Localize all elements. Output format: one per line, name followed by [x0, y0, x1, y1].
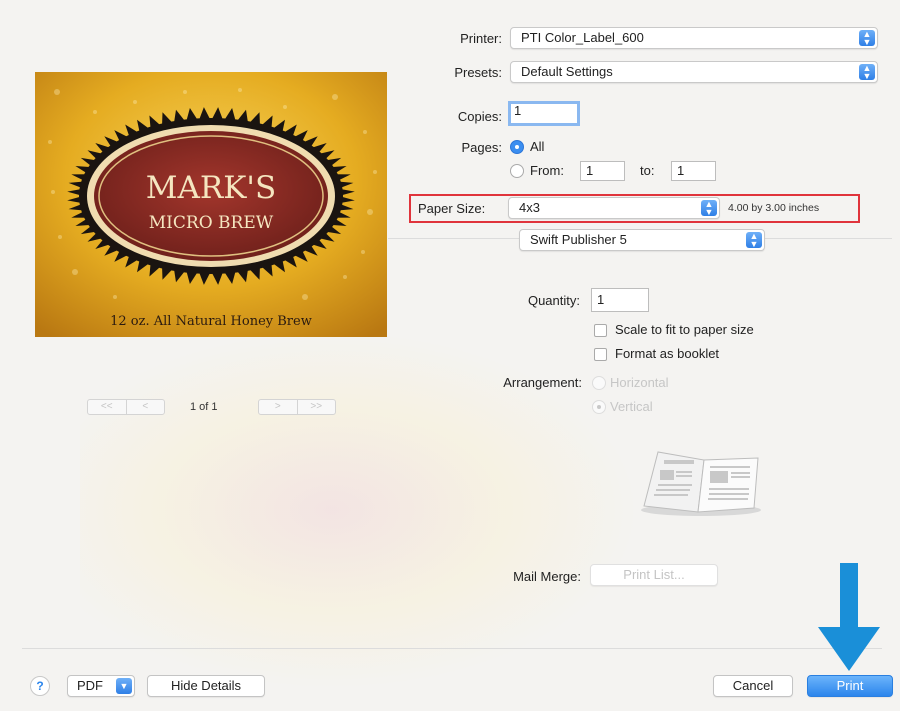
cancel-button[interactable]: Cancel: [713, 675, 793, 697]
preview-first-prev-buttons[interactable]: << <: [87, 399, 165, 415]
popup-arrows-icon: ▲ ▼: [746, 232, 762, 249]
presets-label: Presets:: [454, 65, 502, 80]
paper-size-popup[interactable]: 4x3 ▲ ▼: [508, 197, 720, 219]
label-title-line1: MARK'S: [146, 170, 276, 206]
next-page-button[interactable]: >: [259, 400, 297, 414]
pages-to-input[interactable]: 1: [671, 161, 716, 181]
printer-value: PTI Color_Label_600: [521, 30, 644, 45]
pages-all-label: All: [530, 139, 545, 154]
arrangement-vertical-label: Vertical: [610, 399, 653, 414]
booklet-checkbox[interactable]: [594, 348, 607, 361]
label-preview-graphic: MARK'S MICRO BREW 12 oz. All Natural Hon…: [35, 72, 387, 337]
help-button[interactable]: ?: [30, 676, 50, 696]
label-tagline: 12 oz. All Natural Honey Brew: [110, 314, 312, 329]
paper-size-dimensions: 4.00 by 3.00 inches: [728, 202, 820, 214]
label-preview: MARK'S MICRO BREW 12 oz. All Natural Hon…: [35, 72, 387, 337]
pdf-menu-button[interactable]: PDF ▼: [67, 675, 135, 697]
chevron-down-icon: ▼: [116, 678, 132, 694]
printer-label: Printer:: [460, 31, 502, 46]
pages-all-radio[interactable]: [510, 140, 524, 154]
first-page-button[interactable]: <<: [88, 400, 126, 414]
arrangement-vertical-radio[interactable]: [592, 400, 606, 414]
pages-label: Pages:: [461, 140, 502, 155]
arrangement-horizontal-radio[interactable]: [592, 376, 606, 390]
last-page-button[interactable]: >>: [296, 400, 336, 414]
quantity-input[interactable]: 1: [591, 288, 649, 312]
printer-popup[interactable]: PTI Color_Label_600 ▲ ▼: [510, 27, 878, 49]
help-icon: ?: [36, 679, 44, 693]
mail-merge-label: Mail Merge:: [513, 569, 581, 584]
popup-arrows-icon: ▲ ▼: [701, 200, 717, 217]
pdf-label: PDF: [77, 678, 103, 693]
copies-label: Copies:: [457, 109, 502, 124]
previous-page-button[interactable]: <: [125, 400, 165, 414]
callout-arrow-icon: [814, 563, 884, 673]
app-settings-value: Swift Publisher 5: [530, 232, 627, 247]
popup-arrows-icon: ▲ ▼: [859, 64, 875, 81]
copies-input[interactable]: 1: [508, 101, 580, 126]
label-title-line2: MICRO BREW: [149, 213, 274, 233]
pages-from-label: From:: [530, 163, 564, 178]
scale-to-fit-label: Scale to fit to paper size: [615, 322, 754, 337]
hide-details-button[interactable]: Hide Details: [147, 675, 265, 697]
paper-size-value: 4x3: [519, 200, 540, 215]
booklet-label: Format as booklet: [615, 346, 720, 361]
paper-size-label: Paper Size:: [418, 201, 486, 216]
arrangement-label: Arrangement:: [503, 375, 582, 390]
presets-value: Default Settings: [521, 64, 613, 79]
quantity-label: Quantity:: [527, 293, 580, 308]
pages-from-input[interactable]: 1: [580, 161, 625, 181]
preview-next-last-buttons[interactable]: > >>: [258, 399, 336, 415]
booklet-illustration-icon: [636, 438, 766, 518]
popup-arrows-icon: ▲ ▼: [859, 30, 875, 47]
print-list-button[interactable]: Print List...: [590, 564, 718, 586]
page-indicator: 1 of 1: [190, 401, 218, 413]
pages-to-label: to:: [640, 163, 655, 178]
pages-from-radio[interactable]: [510, 164, 524, 178]
presets-popup[interactable]: Default Settings ▲ ▼: [510, 61, 878, 83]
print-button[interactable]: Print: [807, 675, 893, 697]
scale-to-fit-checkbox[interactable]: [594, 324, 607, 337]
app-settings-popup[interactable]: Swift Publisher 5 ▲ ▼: [519, 229, 765, 251]
footer-divider: [22, 648, 882, 649]
arrangement-horizontal-label: Horizontal: [610, 375, 669, 390]
